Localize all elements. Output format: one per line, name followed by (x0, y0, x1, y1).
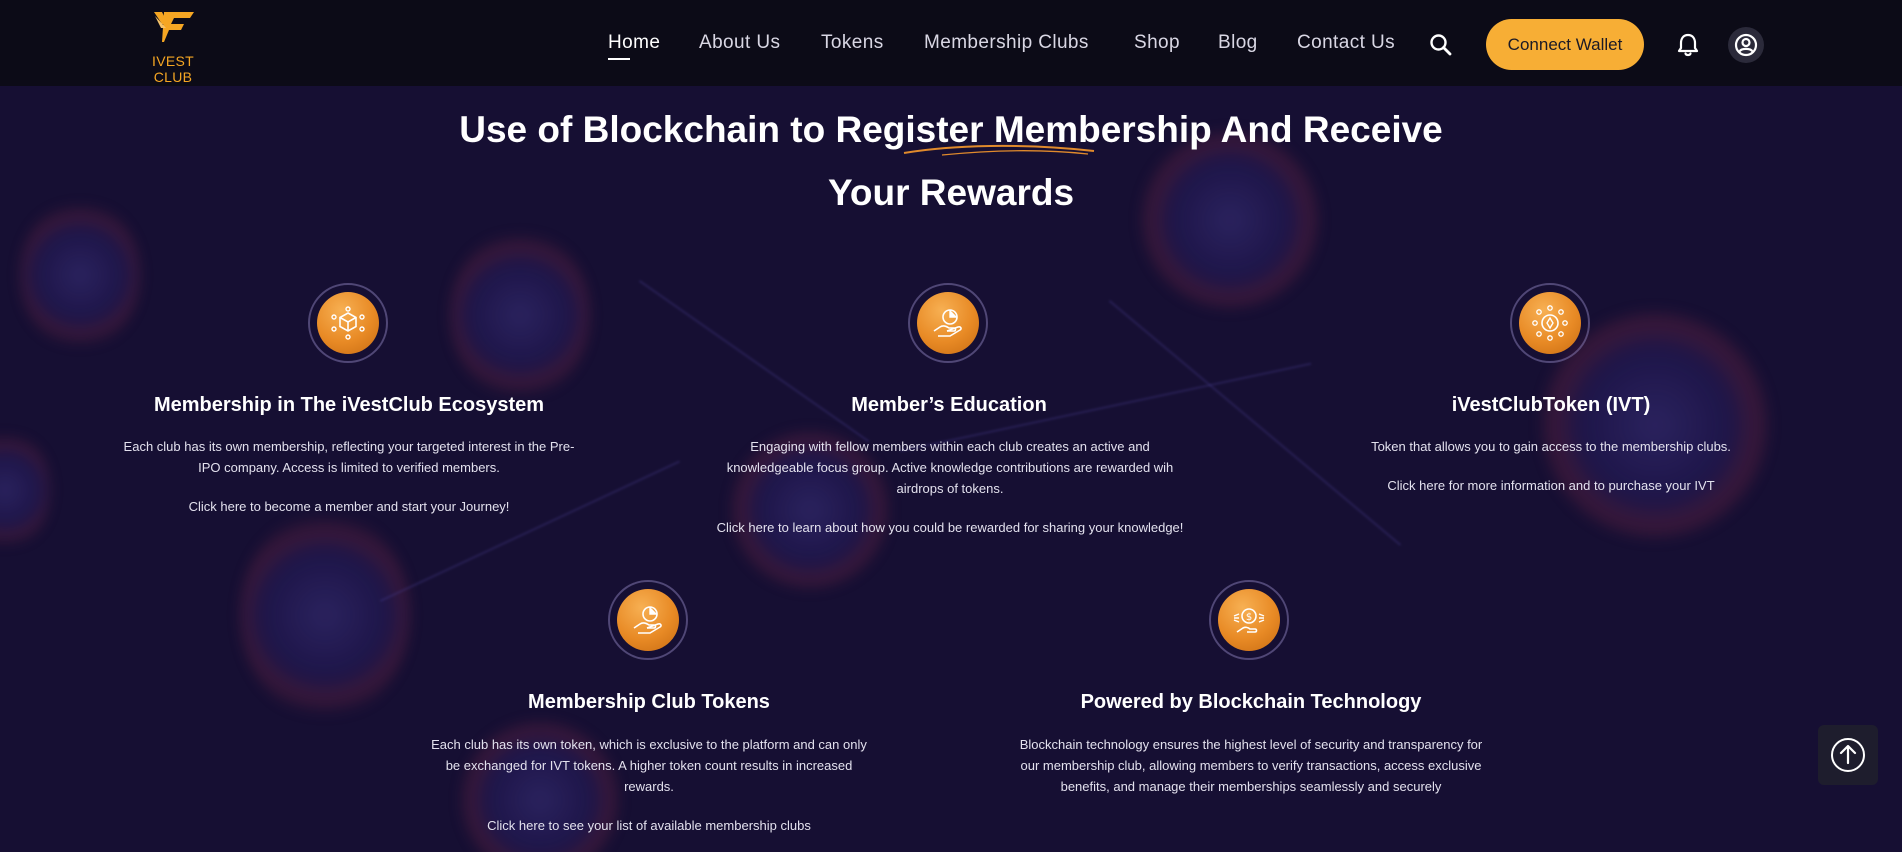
user-account-button[interactable] (1728, 27, 1764, 63)
heading-underline-decoration (903, 144, 1095, 156)
connect-wallet-button[interactable]: Connect Wallet (1486, 19, 1644, 70)
search-icon[interactable] (1428, 32, 1454, 58)
feature-description: Token that allows you to gain access to … (1336, 436, 1766, 496)
feature-description: Each club has its own token, which is ex… (424, 734, 874, 836)
token-network-icon (1532, 305, 1568, 341)
become-member-link[interactable]: Click here to become a member and start … (114, 496, 584, 517)
cube-network-icon (331, 306, 365, 340)
feature-description: Each club has its own membership, reflec… (114, 436, 584, 517)
feature-title: Membership in The iVestClub Ecosystem (153, 394, 545, 416)
feature-icon-ring (908, 283, 988, 363)
feature-icon-ring (308, 283, 388, 363)
feature-icon-ring: $ (1209, 580, 1289, 660)
available-clubs-link[interactable]: Click here to see your list of available… (424, 815, 874, 836)
feature-title: Member’s Education (851, 394, 1047, 416)
nav-item-tokens[interactable]: Tokens (821, 32, 884, 54)
feature-description: Engaging with fellow members within each… (714, 436, 1186, 538)
arrow-up-circle-icon (1831, 738, 1865, 772)
coin-hand-icon: $ (1233, 608, 1265, 633)
hand-chart-icon (933, 309, 962, 337)
hand-chart-icon (633, 606, 662, 634)
nav-item-membership-clubs[interactable]: Membership Clubs (924, 32, 1089, 54)
user-circle-icon (1734, 33, 1758, 57)
feature-text: Blockchain technology ensures the highes… (1019, 737, 1483, 794)
feature-icon-ring (1510, 283, 1590, 363)
feature-title: Membership Club Tokens (528, 691, 770, 713)
active-indicator (608, 58, 630, 60)
logo-text: IVEST CLUB (152, 53, 194, 85)
nav-item-blog[interactable]: Blog (1218, 32, 1258, 54)
nav-item-about-us[interactable]: About Us (699, 32, 780, 54)
feature-text: Token that allows you to gain access to … (1371, 439, 1731, 454)
section-heading: Use of Blockchain to Register Membership… (451, 98, 1451, 224)
learn-rewards-link[interactable]: Click here to learn about how you could … (714, 517, 1186, 538)
bell-icon[interactable] (1674, 31, 1702, 59)
feature-title: iVestClubToken (IVT) (1451, 394, 1651, 416)
feature-description: Blockchain technology ensures the highes… (1016, 734, 1486, 797)
feature-icon-ring (608, 580, 688, 660)
feature-title: Powered by Blockchain Technology (1080, 691, 1422, 713)
heading-line-2: Your Rewards (827, 172, 1075, 213)
svg-text:$: $ (1246, 612, 1252, 623)
site-logo[interactable]: IVEST CLUB (134, 10, 212, 85)
logo-mark-icon (154, 12, 194, 42)
nav-item-home[interactable]: Home (608, 32, 660, 54)
feature-text: Each club has its own membership, reflec… (123, 439, 575, 475)
top-navbar: IVEST CLUB Home About Us Tokens Membersh… (0, 0, 1902, 86)
feature-text: Engaging with fellow members within each… (726, 439, 1174, 496)
purchase-ivt-link[interactable]: Click here for more information and to p… (1336, 475, 1766, 496)
feature-text: Each club has its own token, which is ex… (431, 737, 867, 794)
scroll-to-top-button[interactable] (1818, 725, 1878, 785)
nav-item-contact-us[interactable]: Contact Us (1297, 32, 1395, 54)
nav-item-shop[interactable]: Shop (1134, 32, 1180, 54)
